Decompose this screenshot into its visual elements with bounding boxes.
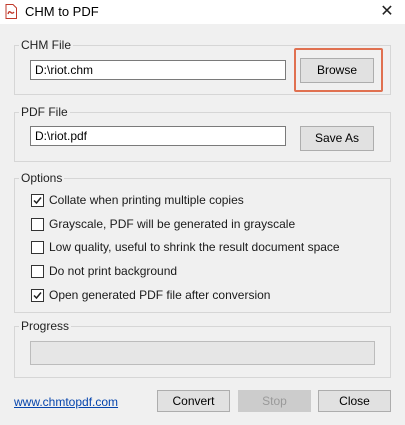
grayscale-checkbox[interactable] bbox=[31, 218, 44, 231]
open-after-checkbox[interactable] bbox=[31, 289, 44, 302]
open-after-label: Open generated PDF file after conversion bbox=[49, 288, 271, 302]
grayscale-label: Grayscale, PDF will be generated in gray… bbox=[49, 217, 296, 231]
title-bar: CHM to PDF ✕ bbox=[0, 0, 405, 24]
options-group-label: Options bbox=[19, 171, 65, 185]
website-link[interactable]: www.chmtopdf.com bbox=[14, 395, 118, 409]
progress-bar bbox=[30, 341, 375, 365]
low-quality-checkbox[interactable] bbox=[31, 241, 44, 254]
save-as-button[interactable]: Save As bbox=[300, 126, 374, 151]
check-icon bbox=[33, 292, 42, 300]
low-quality-label: Low quality, useful to shrink the result… bbox=[49, 240, 340, 254]
collate-label: Collate when printing multiple copies bbox=[49, 193, 244, 207]
close-button[interactable]: Close bbox=[318, 390, 391, 412]
browse-highlight-box bbox=[294, 48, 383, 92]
check-icon bbox=[33, 197, 42, 205]
stop-button[interactable]: Stop bbox=[238, 390, 311, 412]
pdf-file-input[interactable]: D:\riot.pdf bbox=[30, 126, 286, 146]
convert-button[interactable]: Convert bbox=[157, 390, 230, 412]
no-background-label: Do not print background bbox=[49, 264, 178, 278]
progress-group-label: Progress bbox=[19, 319, 72, 333]
chm-file-group-label: CHM File bbox=[19, 38, 73, 52]
window-title: CHM to PDF bbox=[25, 4, 99, 19]
pdf-app-icon bbox=[5, 4, 17, 19]
window-close-button[interactable]: ✕ bbox=[369, 0, 405, 24]
chm-file-input[interactable]: D:\riot.chm bbox=[30, 60, 286, 80]
no-background-checkbox[interactable] bbox=[31, 265, 44, 278]
pdf-file-group-label: PDF File bbox=[19, 105, 70, 119]
collate-checkbox[interactable] bbox=[31, 194, 44, 207]
